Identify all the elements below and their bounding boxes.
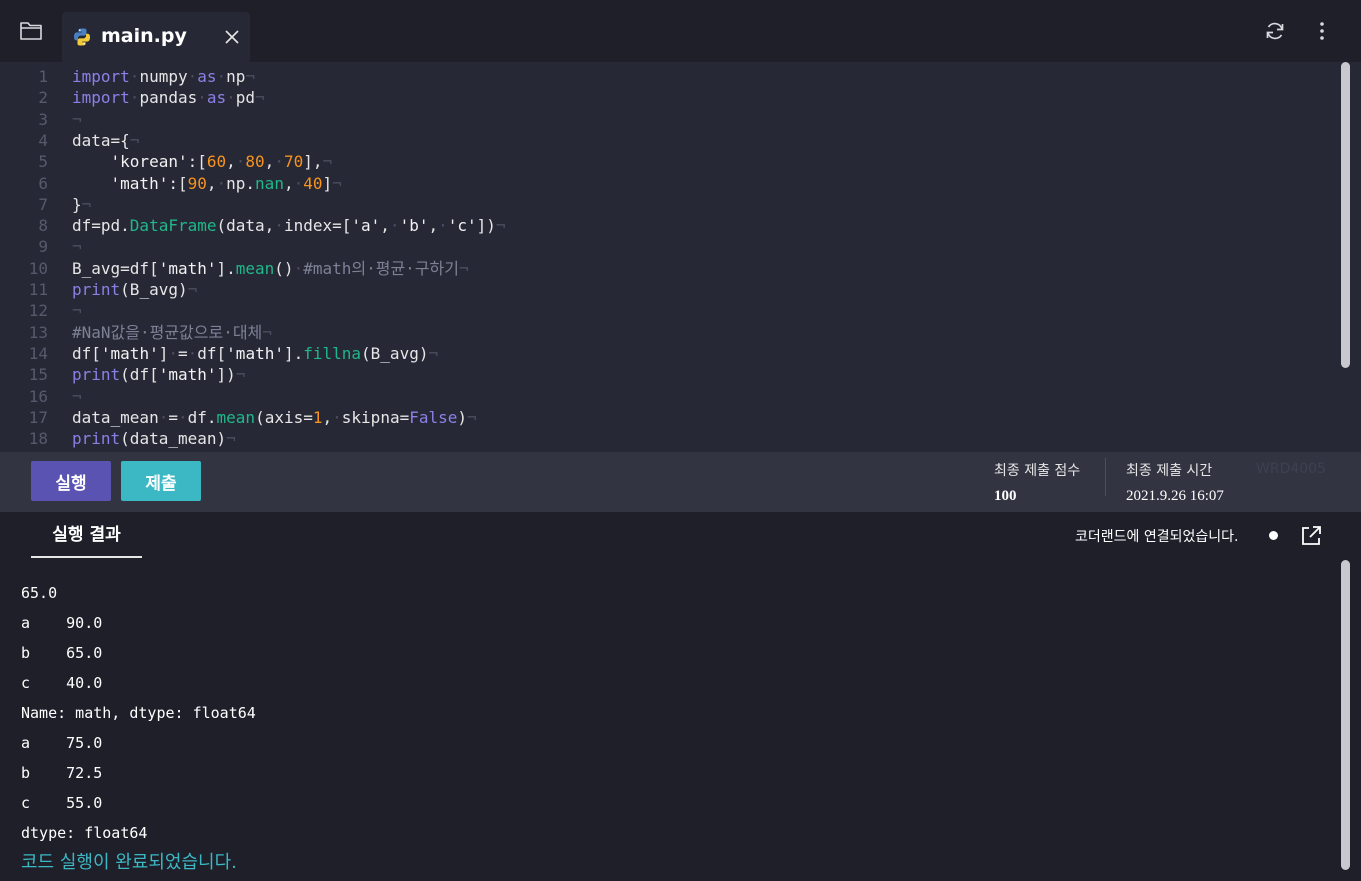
line-number: 5: [38, 152, 48, 172]
output-console: 코드 실행이 완료되었습니다. 65.0 a 90.0 b 65.0 c 40.0 Na…: [0, 558, 1339, 881]
line-number: 1: [38, 67, 48, 86]
output-line: 65.0: [21, 584, 58, 602]
code-text: 'math':[90,·np.nan,·40]¬: [110, 173, 342, 193]
final-time-value: 2021.9.26 16:07: [1126, 488, 1224, 504]
more-vertical-icon[interactable]: [1310, 19, 1334, 43]
refresh-icon[interactable]: [1263, 19, 1287, 43]
line-number: 3: [38, 109, 48, 129]
code-text: ¬: [72, 301, 82, 321]
final-score-value: 100: [994, 488, 1017, 504]
output-line: b 72.5: [21, 764, 103, 782]
code-line[interactable]: 8 df=pd.DataFrame(data,·index=['a',·'b',·…: [0, 215, 1339, 236]
divider: [1105, 458, 1106, 496]
output-line: c 40.0: [21, 674, 103, 692]
problem-code-id: WRD4005: [1256, 461, 1326, 477]
code-text: 'korean':[60,·80,·70],¬: [110, 152, 333, 172]
final-time-label: 최종 제출 시간: [1126, 463, 1213, 479]
code-line[interactable]: 9 ¬: [0, 236, 1339, 257]
code-line[interactable]: 18 print(data_mean)¬: [0, 428, 1339, 449]
code-line[interactable]: 12 ¬: [0, 300, 1339, 321]
line-number: 4: [38, 130, 48, 150]
editor-scrollbar-thumb[interactable]: [1341, 62, 1350, 368]
tab-run-result[interactable]: 실행 결과: [31, 512, 142, 558]
close-icon[interactable]: [222, 27, 242, 47]
connection-status: 코더랜드에 연결되었습니다.: [1075, 529, 1239, 545]
action-bar: 실행 제출 최종 제출 점수 100 최종 제출 시간 2021.9.26 16…: [0, 452, 1361, 512]
code-text: print(B_avg)¬: [72, 280, 198, 299]
line-number: 18: [28, 429, 48, 449]
code-line[interactable]: 6 'math':[90,·np.nan,·40]¬: [0, 173, 1339, 194]
line-number: 13: [28, 322, 48, 342]
output-line: c 55.0: [21, 794, 103, 812]
code-line[interactable]: 17 data_mean·=·df.mean(axis=1,·skipna=Fal…: [0, 407, 1339, 428]
code-text: }¬: [72, 194, 92, 214]
code-text: print(df['math'])¬: [72, 365, 246, 385]
line-number: 16: [28, 386, 48, 406]
code-line[interactable]: 14 df['math']·=·df['math'].fillna(B_avg)¬: [0, 343, 1339, 364]
python-icon: [72, 27, 92, 47]
tab-main-py[interactable]: main.py: [62, 12, 250, 62]
code-line[interactable]: 15 print(df['math'])¬: [0, 364, 1339, 385]
result-header: 실행 결과 코더랜드에 연결되었습니다.: [0, 512, 1361, 558]
code-line[interactable]: 16 ¬: [0, 386, 1339, 407]
code-text: import·numpy·as·np¬: [72, 67, 256, 86]
line-number: 6: [38, 173, 48, 193]
code-line[interactable]: 5 'korean':[60,·80,·70],¬: [0, 151, 1339, 172]
output-line: a 90.0: [21, 614, 103, 632]
code-text: ¬: [72, 109, 82, 129]
line-number: 17: [28, 407, 48, 427]
line-number: 9: [38, 237, 48, 257]
code-line[interactable]: 1 import·numpy·as·np¬: [0, 66, 1339, 87]
output-scrollbar-thumb[interactable]: [1341, 560, 1350, 870]
line-number: 14: [28, 343, 48, 363]
code-text: print(data_mean)¬: [72, 429, 236, 449]
line-number: 12: [28, 301, 48, 321]
tab-title: main.py: [101, 25, 187, 47]
line-number: 11: [28, 280, 48, 299]
line-number: 7: [38, 194, 48, 214]
run-button[interactable]: 실행: [31, 461, 111, 501]
output-line: a 75.0: [21, 734, 103, 752]
code-line[interactable]: 10 B_avg=df['math'].mean()·#math의·평균·구하기¬: [0, 258, 1339, 279]
code-text: data_mean·=·df.mean(axis=1,·skipna=False…: [72, 407, 477, 427]
output-line: dtype: float64: [21, 824, 148, 842]
line-number: 2: [38, 88, 48, 108]
code-line[interactable]: 13 #NaN값을·평균값으로·대체¬: [0, 322, 1339, 343]
code-text: data={¬: [72, 130, 140, 150]
final-score-label: 최종 제출 점수: [994, 463, 1081, 479]
code-line[interactable]: 11 print(B_avg)¬: [0, 279, 1339, 300]
code-text: import·pandas·as·pd¬: [72, 88, 265, 108]
code-text: df=pd.DataFrame(data,·index=['a',·'b',·'…: [72, 216, 506, 236]
code-text: B_avg=df['math'].mean()·#math의·평균·구하기¬: [72, 258, 469, 278]
code-text: ¬: [72, 237, 82, 257]
status-dot: [1269, 531, 1278, 540]
execution-complete-message: 코드 실행이 완료되었습니다.: [21, 852, 237, 873]
tab-bar: main.py: [0, 0, 1361, 62]
code-line[interactable]: 3 ¬: [0, 109, 1339, 130]
code-line[interactable]: 2 import·pandas·as·pd¬: [0, 87, 1339, 108]
folder-icon[interactable]: [18, 18, 44, 44]
ide-window: main.py 1 import·numpy·as·np¬ 2 import·pand…: [0, 0, 1361, 881]
line-number: 10: [28, 258, 48, 278]
external-link-icon[interactable]: [1299, 524, 1323, 548]
line-number: 8: [38, 216, 48, 236]
output-line: b 65.0: [21, 644, 103, 662]
code-text: ¬: [72, 386, 82, 406]
code-line[interactable]: 7 }¬: [0, 194, 1339, 215]
code-line[interactable]: 4 data={¬: [0, 130, 1339, 151]
output-line: Name: math, dtype: float64: [21, 704, 256, 722]
code-text: #NaN값을·평균값으로·대체¬: [72, 322, 272, 342]
line-number: 15: [28, 365, 48, 385]
submit-button[interactable]: 제출: [121, 461, 201, 501]
code-text: df['math']·=·df['math'].fillna(B_avg)¬: [72, 343, 439, 363]
code-editor[interactable]: 1 import·numpy·as·np¬ 2 import·pandas·as·pd…: [0, 62, 1339, 452]
